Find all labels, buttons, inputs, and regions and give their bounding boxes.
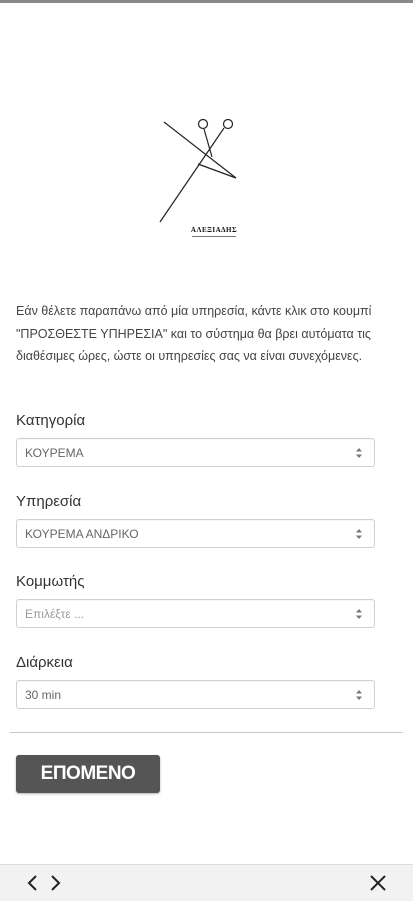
category-value: ΚΟΥΡΕΜΑ <box>25 446 84 460</box>
logo-underline <box>192 236 236 237</box>
select-arrows-icon <box>356 609 362 619</box>
duration-value: 30 min <box>25 688 62 702</box>
category-select[interactable]: ΚΟΥΡΕΜΑ <box>16 438 375 467</box>
stylist-label: Κομμωτής <box>16 573 85 590</box>
category-label: Κατηγορία <box>16 412 86 429</box>
select-arrows-icon <box>356 529 362 539</box>
stylist-placeholder: Επιλέξτε ... <box>25 607 85 621</box>
brand-logo: ΑΛΕΞΙΑΔΗΣ <box>150 112 260 247</box>
service-label: Υπηρεσία <box>16 493 82 510</box>
form-divider <box>10 732 403 733</box>
service-select[interactable]: ΚΟΥΡΕΜΑ ΑΝΔΡΙΚΟ <box>16 519 375 548</box>
top-border <box>0 0 413 3</box>
service-value: ΚΟΥΡΕΜΑ ΑΝΔΡΙΚΟ <box>25 527 139 541</box>
select-arrows-icon <box>356 690 362 700</box>
logo-text: ΑΛΕΞΙΑΔΗΣ <box>190 226 238 234</box>
intro-text: Εάν θέλετε παραπάνω από μία υπηρεσία, κά… <box>16 304 372 363</box>
chevron-left-icon[interactable] <box>26 874 40 892</box>
next-button[interactable]: ΕΠΟΜΕΝΟ <box>16 755 160 793</box>
duration-label: Διάρκεια <box>16 654 73 671</box>
bottom-nav-bar <box>0 864 413 901</box>
scissors-icon <box>159 118 237 223</box>
chevron-right-icon[interactable] <box>48 874 62 892</box>
close-icon[interactable] <box>369 874 387 892</box>
stylist-select[interactable]: Επιλέξτε ... <box>16 599 375 628</box>
duration-select[interactable]: 30 min <box>16 680 375 709</box>
select-arrows-icon <box>356 448 362 458</box>
